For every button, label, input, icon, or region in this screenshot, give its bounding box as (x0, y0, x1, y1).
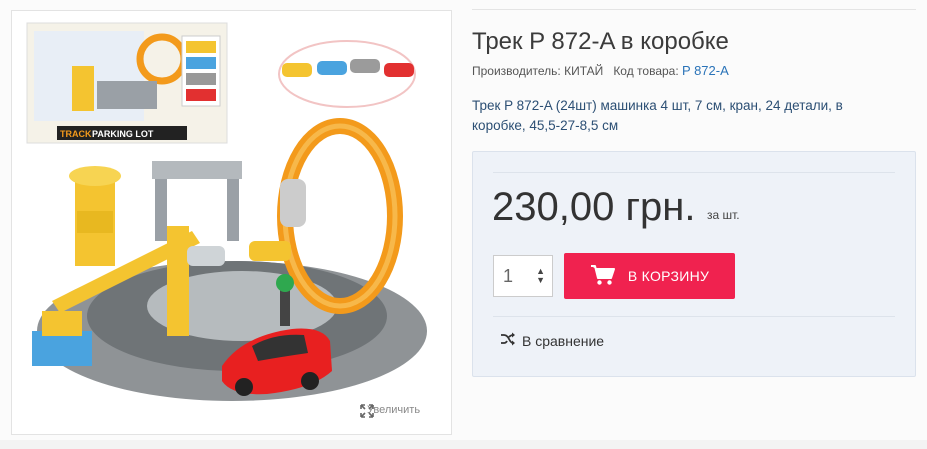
quantity-value: 1 (503, 266, 514, 286)
product-code-value: P 872-A (682, 63, 729, 78)
manufacturer-label: Производитель: (472, 64, 561, 78)
box-track-text: TRACK (60, 129, 92, 139)
price-unit: за шт. (707, 208, 740, 222)
compare-label: В сравнение (522, 332, 605, 349)
product-meta: Производитель: КИТАЙ Код товара: P 872-A (472, 63, 729, 78)
product-image[interactable]: TRACK PARKING LOT Увеличить (11, 10, 452, 435)
manufacturer-value[interactable]: КИТАЙ (564, 64, 603, 78)
add-to-cart-button[interactable]: В КОРЗИНУ (564, 253, 735, 299)
spinner-arrows-icon[interactable]: ▲ ▼ (536, 267, 545, 285)
divider (493, 172, 895, 173)
cart-icon (590, 264, 616, 289)
price: 230,00 грн. (492, 185, 696, 229)
shuffle-icon (500, 332, 516, 349)
product-photo: TRACK PARKING LOT (26, 22, 427, 401)
divider (472, 9, 916, 10)
quantity-stepper[interactable]: 1 ▲ ▼ (493, 255, 553, 297)
add-to-cart-label: В КОРЗИНУ (627, 268, 710, 284)
zoom-link[interactable]: Увеличить (360, 404, 421, 418)
box-title-text: PARKING LOT (92, 129, 154, 139)
product-description: Трек P 872-A (24шт) машинка 4 шт, 7 см, … (472, 98, 843, 133)
product-title: Трек P 872-A в коробке (472, 28, 729, 55)
compare-link[interactable]: В сравнение (500, 332, 604, 349)
purchase-panel: 230,00 грн. за шт. 1 ▲ ▼ В КОРЗИНУ В срав… (472, 151, 916, 377)
zoom-label: Увеличить (367, 404, 421, 416)
page-footer-strip (0, 440, 927, 449)
divider (493, 316, 895, 317)
product-code-label: Код товара: (613, 64, 679, 78)
